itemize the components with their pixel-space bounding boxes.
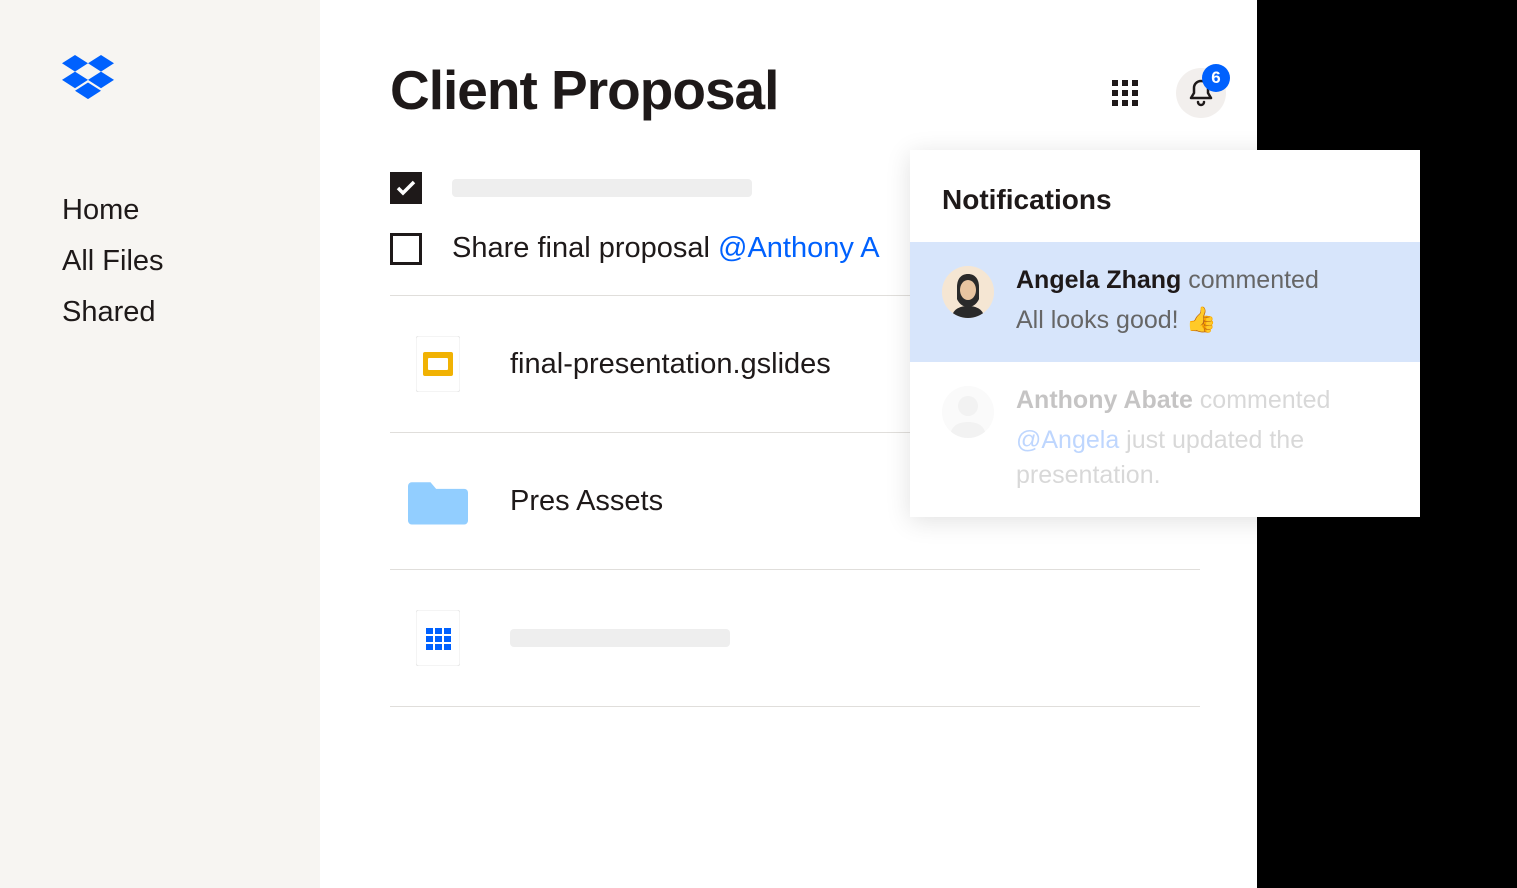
notification-item[interactable]: Angela Zhang commented All looks good! 👍 <box>910 242 1420 362</box>
notification-author: Anthony Abate <box>1016 386 1193 414</box>
file-row[interactable] <box>390 570 1200 707</box>
page-title: Client Proposal <box>390 58 1200 122</box>
task-checkbox-checked[interactable] <box>390 172 422 204</box>
avatar <box>942 266 994 318</box>
notifications-panel: Notifications Angela Zhang commented All… <box>910 150 1420 517</box>
file-placeholder <box>510 629 730 647</box>
notifications-title: Notifications <box>910 150 1420 242</box>
folder-icon <box>408 471 468 531</box>
sidebar-item-all-files[interactable]: All Files <box>62 245 320 278</box>
avatar <box>942 386 994 438</box>
sidebar-item-home[interactable]: Home <box>62 194 320 227</box>
sidebar: Home All Files Shared <box>0 0 320 888</box>
dropbox-logo[interactable] <box>62 55 320 104</box>
mention[interactable]: @Angela <box>1016 426 1119 454</box>
task-checkbox-unchecked[interactable] <box>390 233 422 265</box>
sidebar-item-shared[interactable]: Shared <box>62 296 320 329</box>
file-name: final-presentation.gslides <box>510 348 831 381</box>
spreadsheet-icon <box>408 608 468 668</box>
notifications-button[interactable]: 6 <box>1176 68 1226 118</box>
notification-content: Anthony Abate commented @Angela just upd… <box>1016 386 1388 493</box>
gslides-icon <box>408 334 468 394</box>
notification-item[interactable]: Anthony Abate commented @Angela just upd… <box>910 362 1420 517</box>
notification-body: All looks good! 👍 <box>1016 303 1388 338</box>
notification-body: @Angela just updated the presentation. <box>1016 423 1388 493</box>
notification-badge: 6 <box>1202 64 1230 92</box>
app-grid-button[interactable] <box>1100 68 1150 118</box>
notification-content: Angela Zhang commented All looks good! 👍 <box>1016 266 1388 338</box>
notification-author: Angela Zhang <box>1016 266 1181 294</box>
task-text: Share final proposal @Anthony A <box>452 232 880 265</box>
mention[interactable]: @Anthony A <box>718 232 880 264</box>
task-placeholder <box>452 179 752 197</box>
file-name: Pres Assets <box>510 485 663 518</box>
header-icons: 6 <box>1100 68 1226 118</box>
